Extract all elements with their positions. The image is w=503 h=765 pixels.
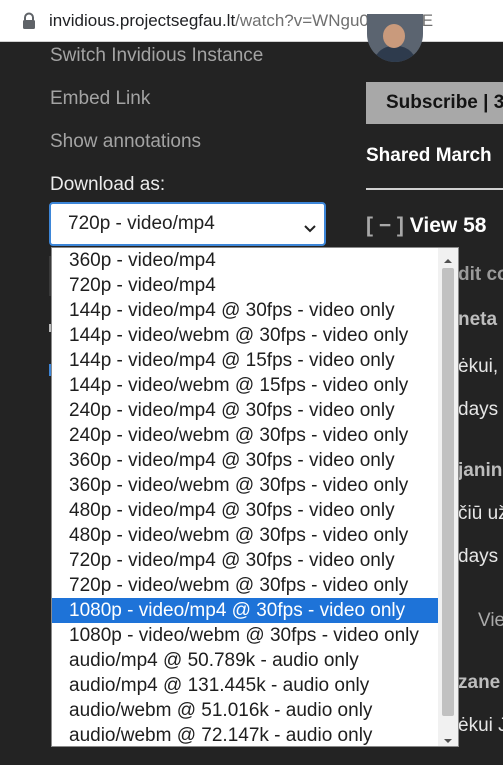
download-option[interactable]: 360p - video/mp4 @ 30fps - video only <box>52 448 440 473</box>
download-option[interactable]: 720p - video/webm @ 30fps - video only <box>52 573 440 598</box>
comment-author-partial[interactable]: zane <box>458 672 500 694</box>
download-selected-value: 720p - video/mp4 <box>68 213 215 234</box>
subscribe-button[interactable]: Subscribe | 3 <box>366 82 503 124</box>
view-comments[interactable]: [ − ] View 58 <box>366 214 486 238</box>
download-option[interactable]: audio/webm @ 51.016k - audio only <box>52 698 440 723</box>
download-select[interactable]: 720p - video/mp4 <box>49 202 326 246</box>
comment-date-partial: days <box>458 399 499 420</box>
scrollbar-thumb[interactable] <box>442 268 454 716</box>
show-annotations-link[interactable]: Show annotations <box>50 131 201 153</box>
scrollbar[interactable] <box>438 248 458 746</box>
channel-avatar[interactable] <box>367 14 423 62</box>
download-option[interactable]: 144p - video/webm @ 30fps - video only <box>52 323 440 348</box>
scroll-up-icon[interactable] <box>443 252 453 263</box>
download-options-list[interactable]: 360p - video/mp4 720p - video/mp4 144p - v… <box>51 247 459 747</box>
comment-date-partial: days <box>458 546 499 567</box>
download-option[interactable]: 480p - video/mp4 @ 30fps - video only <box>52 498 440 523</box>
download-label: Download as: <box>50 174 166 195</box>
download-option[interactable]: 240p - video/mp4 @ 30fps - video only <box>52 398 440 423</box>
download-option[interactable]: 144p - video/mp4 @ 15fps - video only <box>52 348 440 373</box>
scroll-down-icon[interactable] <box>443 732 453 743</box>
lock-icon <box>22 12 36 30</box>
comments-count-label: View 58 <box>409 214 487 237</box>
comments-toggle[interactable]: [ − ] <box>366 214 404 237</box>
download-option[interactable]: 720p - video/mp4 <box>52 273 440 298</box>
shared-date: Shared March <box>366 145 492 166</box>
download-option[interactable]: 360p - video/webm @ 30fps - video only <box>52 473 440 498</box>
chevron-down-icon <box>304 218 316 240</box>
download-option[interactable]: 144p - video/webm @ 15fps - video only <box>52 373 440 398</box>
download-option[interactable]: 480p - video/webm @ 30fps - video only <box>52 523 440 548</box>
download-option[interactable]: 240p - video/webm @ 30fps - video only <box>52 423 440 448</box>
download-option[interactable]: 144p - video/mp4 @ 30fps - video only <box>52 298 440 323</box>
download-option[interactable]: 1080p - video/webm @ 30fps - video only <box>52 623 440 648</box>
comment-text-partial: ėkui, <box>458 356 499 377</box>
view-replies-partial[interactable]: Vie <box>478 610 503 632</box>
divider <box>366 188 503 190</box>
download-option[interactable]: audio/mp4 @ 131.445k - audio only <box>52 673 440 698</box>
comment-author-partial[interactable]: janin <box>458 460 502 482</box>
embed-link[interactable]: Embed Link <box>50 88 150 110</box>
edit-comment-partial[interactable]: dit co <box>458 264 503 286</box>
comment-text-partial: čiū už <box>458 503 503 524</box>
url-host: invidious.projectsegfau.lt <box>49 10 236 30</box>
switch-instance-link[interactable]: Switch Invidious Instance <box>50 45 263 67</box>
download-option[interactable]: 1080p - video/mp4 @ 30fps - video only <box>52 598 440 623</box>
address-bar[interactable]: invidious.projectsegfau.lt/watch?v=WNgu0… <box>0 0 503 42</box>
comment-text-partial: ėkui J <box>458 715 503 736</box>
comment-author-partial[interactable]: neta <box>458 309 497 331</box>
download-option[interactable]: 360p - video/mp4 <box>52 248 440 273</box>
download-option[interactable]: audio/mp4 @ 50.789k - audio only <box>52 648 440 673</box>
download-option[interactable]: 720p - video/mp4 @ 30fps - video only <box>52 548 440 573</box>
download-option[interactable]: audio/webm @ 72.147k - audio only <box>52 723 440 746</box>
